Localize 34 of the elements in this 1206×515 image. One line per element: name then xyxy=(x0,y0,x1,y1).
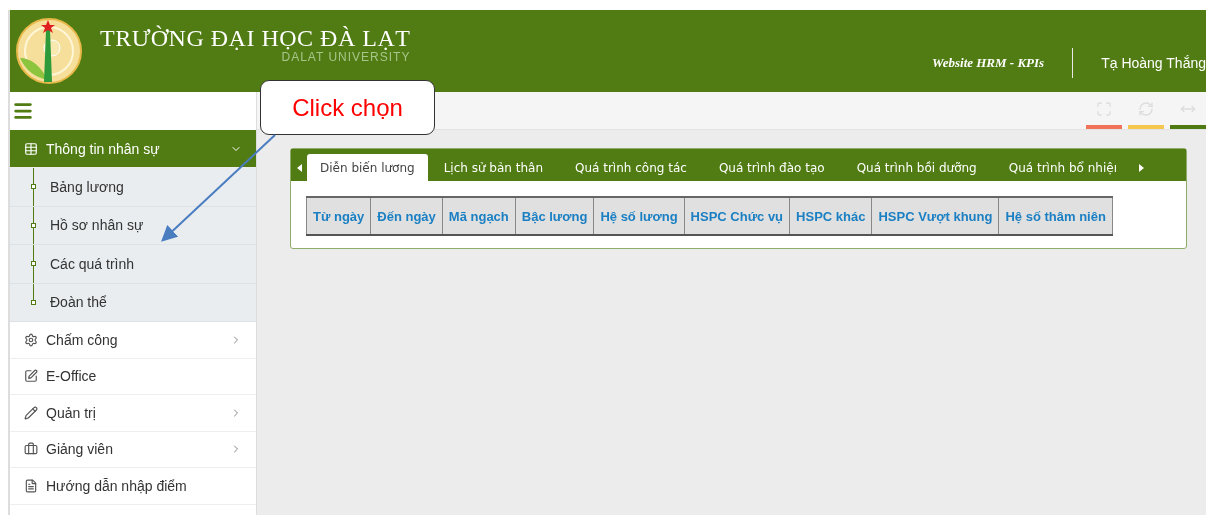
scroll-right-icon[interactable] xyxy=(1138,163,1144,172)
tab[interactable]: Quá trình công tác xyxy=(559,154,703,181)
column-header: HSPC Vượt khung xyxy=(871,197,999,235)
document-icon xyxy=(24,478,38,493)
gear-icon xyxy=(24,332,38,347)
column-header: Đến ngày xyxy=(370,197,443,235)
submenu-item[interactable]: Bảng lương xyxy=(10,168,256,207)
column-header: HSPC khác xyxy=(789,197,872,235)
column-header: Hệ số lương xyxy=(593,197,685,235)
submenu-item[interactable]: Hồ sơ nhân sự xyxy=(10,206,256,245)
column-header: Hệ số thâm niên xyxy=(998,197,1113,235)
sidebar-item[interactable]: Thông tin nhân sự xyxy=(10,130,256,168)
column-header: HSPC Chức vụ xyxy=(684,197,790,235)
tab[interactable]: Quá trình bồi dưỡng xyxy=(840,154,993,181)
university-subtitle: DALAT UNIVERSITY xyxy=(281,49,411,64)
table-icon xyxy=(24,141,38,156)
scroll-left-icon[interactable] xyxy=(296,163,302,172)
callout-note: Click chọn xyxy=(260,80,435,135)
pencil-icon xyxy=(24,405,38,420)
tab[interactable]: Lịch sử bản thân xyxy=(427,154,559,181)
column-header: Từ ngày xyxy=(306,197,371,235)
tab[interactable]: Quá trình đào tạo xyxy=(702,154,841,181)
university-name: TRƯỜNG ĐẠI HỌC ĐÀ LẠT xyxy=(100,24,411,52)
submenu-item[interactable]: Các quá trình xyxy=(10,245,256,284)
university-logo xyxy=(16,18,82,84)
user-name[interactable]: Tạ Hoàng Thắng xyxy=(1073,55,1206,71)
column-header: Mã ngạch xyxy=(442,197,516,235)
checkbox-icon xyxy=(24,369,38,384)
tab[interactable]: Quá trình bổ nhiệı xyxy=(992,154,1133,181)
menu-icon[interactable] xyxy=(12,100,34,122)
site-name: Website HRM - KPIs xyxy=(932,48,1074,78)
tab[interactable]: Diễn biến lương xyxy=(307,154,428,181)
column-header: Bậc lương xyxy=(515,197,594,235)
briefcase-icon xyxy=(24,442,38,457)
